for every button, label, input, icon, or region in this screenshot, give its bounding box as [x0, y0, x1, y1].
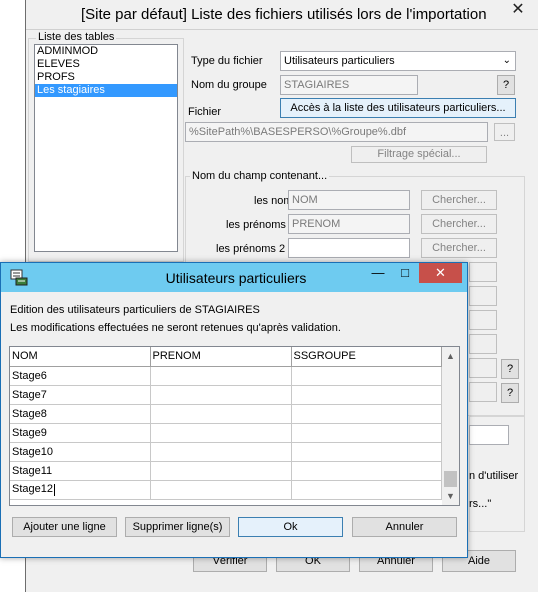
access-list-button[interactable]: Accès à la liste des utilisateurs partic… [280, 98, 516, 118]
title-divider [26, 29, 538, 30]
dialog-cancel-button[interactable]: Annuler [352, 517, 457, 537]
search-prenoms2-button[interactable]: Chercher... [421, 238, 497, 258]
table-row[interactable]: Stage12 [10, 480, 442, 500]
cell-ssgroupe[interactable] [291, 404, 442, 424]
field-group-label: Nom du champ contenant... [190, 170, 330, 182]
table-row[interactable]: Stage9 [10, 423, 442, 443]
cell-nom-editing[interactable]: Stage12 [10, 480, 151, 500]
main-window-title: [Site par défaut] Liste des fichiers uti… [81, 6, 487, 23]
dialog-close-button[interactable]: ✕ [419, 263, 462, 283]
cell-nom[interactable]: Stage9 [10, 423, 151, 443]
search-button-hidden-3[interactable] [469, 310, 497, 330]
main-title-bar: [Site par défaut] Liste des fichiers uti… [26, 0, 538, 30]
search-button-hidden-2[interactable] [469, 286, 497, 306]
table-item-eleves[interactable]: ELEVES [35, 58, 177, 71]
chevron-down-icon: ⌄ [502, 55, 511, 66]
table-header-row: NOM PRENOM SSGROUPE [10, 347, 442, 367]
file-type-select[interactable]: Utilisateurs particuliers ⌄ [280, 51, 516, 71]
maximize-button[interactable]: □ [392, 263, 418, 283]
cell-nom[interactable]: Stage6 [10, 366, 151, 386]
column-header-nom[interactable]: NOM [10, 347, 151, 367]
field-label-prenoms2: les prénoms 2 [216, 243, 286, 255]
partial-text-1: n d'utiliser [469, 470, 519, 482]
help-button-2[interactable]: ? [501, 383, 519, 403]
cell-nom: Stage12 [12, 483, 53, 496]
cell-ssgroupe[interactable] [291, 461, 442, 481]
browse-button[interactable]: ... [494, 123, 515, 141]
group-name-label: Nom du groupe [191, 79, 267, 91]
cell-ssgroupe[interactable] [291, 423, 442, 443]
hidden-text-field[interactable] [469, 425, 509, 445]
field-label-prenoms: les prénoms [226, 219, 286, 231]
table-item-adminmod[interactable]: ADMINMOD [35, 45, 177, 58]
intro-line-1: Edition des utilisateurs particuliers de… [10, 304, 260, 316]
table-row[interactable]: Stage7 [10, 385, 442, 405]
special-filter-button[interactable]: Filtrage spécial... [351, 146, 487, 163]
cell-prenom[interactable] [150, 385, 292, 405]
table-row[interactable]: Stage10 [10, 442, 442, 462]
scroll-down-arrow-icon[interactable]: ▼ [446, 491, 455, 501]
table-row[interactable]: Stage8 [10, 404, 442, 424]
file-label: Fichier [188, 106, 222, 118]
grid-vertical-scrollbar[interactable]: ▲ ▼ [442, 347, 459, 505]
cell-nom[interactable]: Stage8 [10, 404, 151, 424]
cell-prenom[interactable] [150, 461, 292, 481]
search-prenoms-button[interactable]: Chercher... [421, 214, 497, 234]
table-item-stagiaires[interactable]: Les stagiaires [35, 84, 177, 97]
users-table: NOM PRENOM SSGROUPE Stage6 Stage7 Stage8… [10, 347, 442, 500]
scroll-up-arrow-icon[interactable]: ▲ [446, 351, 455, 361]
group-help-button[interactable]: ? [497, 75, 515, 95]
tables-listbox[interactable]: ADMINMOD ELEVES PROFS Les stagiaires [34, 44, 178, 252]
partial-text-2: rs..." [469, 498, 492, 510]
add-row-button[interactable]: Ajouter une ligne [12, 517, 117, 537]
cell-ssgroupe[interactable] [291, 366, 442, 386]
tables-group-label: Liste des tables [36, 31, 117, 43]
file-type-value: Utilisateurs particuliers [284, 55, 395, 67]
file-path-field[interactable]: %SitePath%\BASESPERSO\%Groupe%.dbf [185, 122, 488, 142]
cell-prenom[interactable] [150, 442, 292, 462]
search-button-hidden-4[interactable] [469, 334, 497, 354]
group-name-field[interactable]: STAGIAIRES [280, 75, 418, 95]
help-button-1[interactable]: ? [501, 359, 519, 379]
cell-prenom[interactable] [150, 480, 292, 500]
search-button-hidden-6[interactable] [469, 382, 497, 402]
cell-ssgroupe[interactable] [291, 480, 442, 500]
cell-prenom[interactable] [150, 423, 292, 443]
cell-nom[interactable]: Stage7 [10, 385, 151, 405]
minimize-button[interactable]: — [365, 263, 391, 283]
field-prenoms-input[interactable]: PRENOM [288, 214, 410, 234]
field-prenoms2-input[interactable] [288, 238, 410, 258]
main-close-button[interactable]: ✕ [501, 0, 535, 22]
cell-nom[interactable]: Stage11 [10, 461, 151, 481]
intro-line-2: Les modifications effectuées ne seront r… [10, 322, 341, 334]
users-grid[interactable]: NOM PRENOM SSGROUPE Stage6 Stage7 Stage8… [9, 346, 460, 506]
table-row[interactable]: Stage6 [10, 366, 442, 386]
text-caret [53, 483, 55, 496]
delete-row-button[interactable]: Supprimer ligne(s) [125, 517, 230, 537]
search-button-hidden-1[interactable] [469, 262, 497, 282]
column-header-ssgroupe[interactable]: SSGROUPE [291, 347, 442, 367]
cell-ssgroupe[interactable] [291, 442, 442, 462]
dialog-title-bar[interactable]: Utilisateurs particuliers — □ ✕ [1, 263, 467, 292]
scrollbar-thumb[interactable] [444, 471, 457, 487]
users-dialog: Utilisateurs particuliers — □ ✕ Edition … [0, 262, 468, 558]
field-noms-input[interactable]: NOM [288, 190, 410, 210]
file-type-label: Type du fichier [191, 55, 263, 67]
column-header-prenom[interactable]: PRENOM [150, 347, 292, 367]
cell-nom[interactable]: Stage10 [10, 442, 151, 462]
cell-ssgroupe[interactable] [291, 385, 442, 405]
cell-prenom[interactable] [150, 404, 292, 424]
dialog-ok-button[interactable]: Ok [238, 517, 343, 537]
table-item-profs[interactable]: PROFS [35, 71, 177, 84]
table-row[interactable]: Stage11 [10, 461, 442, 481]
search-button-hidden-5[interactable] [469, 358, 497, 378]
cell-prenom[interactable] [150, 366, 292, 386]
search-noms-button[interactable]: Chercher... [421, 190, 497, 210]
